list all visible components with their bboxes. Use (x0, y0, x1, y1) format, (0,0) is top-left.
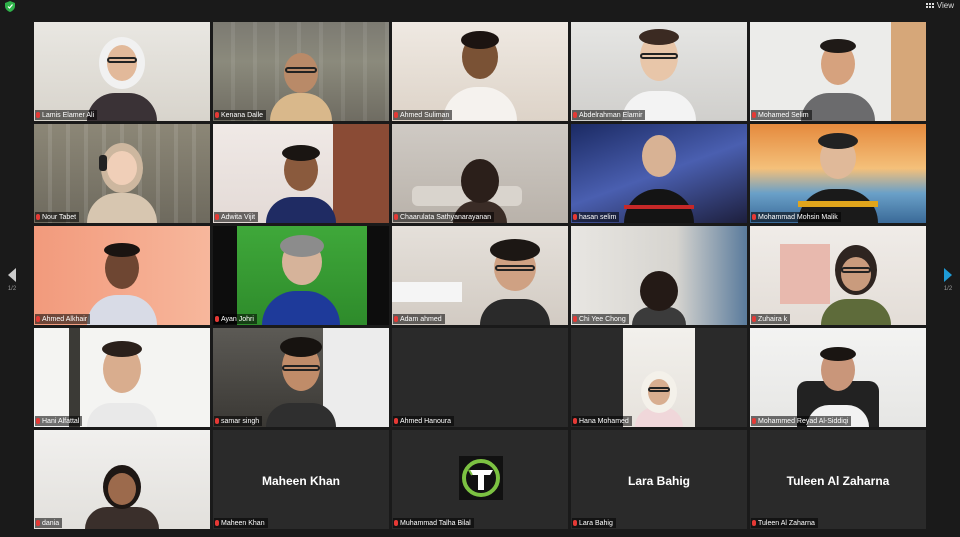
view-button[interactable]: View (925, 1, 954, 10)
participant-name-tag: Maheen Khan (214, 518, 268, 528)
participant-name-tag: Hana Mohamed (572, 416, 632, 426)
video-tile[interactable]: Hana Mohamed (571, 328, 747, 427)
mic-muted-icon (573, 112, 577, 118)
view-label: View (936, 1, 954, 10)
video-tile[interactable]: Chaarulata Sathyanarayanan (392, 124, 568, 223)
mic-muted-icon (573, 520, 577, 526)
mic-muted-icon (394, 112, 398, 118)
video-tile[interactable]: hasan selim (571, 124, 747, 223)
mic-muted-icon (752, 316, 756, 322)
participant-name-tag: Mohamed Selim (751, 110, 812, 120)
mic-muted-icon (573, 214, 577, 220)
participant-name-tag: dania (35, 518, 63, 528)
participant-name-tag: hasan selim (572, 212, 620, 222)
participant-name-tag: Kenana Dalle (214, 110, 267, 120)
video-tile-active-speaker[interactable]: Kenana Dalle (213, 22, 389, 121)
video-tile-camera-off[interactable]: Tuleen Al Zaharna Tuleen Al Zaharna (750, 430, 926, 529)
participant-name-tag: Chi Yee Chong (572, 314, 629, 324)
participant-name-tag: Ahmed Suliman (393, 110, 453, 120)
video-tile[interactable]: Adam ahmed (392, 226, 568, 325)
video-tile[interactable]: Nour Tabet (34, 124, 210, 223)
participant-name-tag: Tuleen Al Zaharna (751, 518, 818, 528)
mic-muted-icon (752, 214, 756, 220)
participant-display-name: Tuleen Al Zaharna (786, 474, 890, 488)
participant-name-tag: samar singh (214, 416, 263, 426)
video-tile[interactable]: dania (34, 430, 210, 529)
participant-name-tag: Zuhaira k (751, 314, 791, 324)
video-tile-camera-off[interactable]: Maheen Khan Maheen Khan (213, 430, 389, 529)
participant-name-tag: Mohammad Mohsin Malik (751, 212, 841, 222)
mic-muted-icon (36, 316, 40, 322)
video-tile[interactable]: Ahmed Alkhair (34, 226, 210, 325)
mic-muted-icon (215, 112, 219, 118)
participant-name-tag: Ayan Johri (214, 314, 257, 324)
grid-view-icon (925, 3, 934, 8)
mic-muted-icon (215, 418, 219, 424)
participant-name-tag: Nour Tabet (35, 212, 80, 222)
mic-muted-icon (36, 112, 40, 118)
participant-name-tag: Abdelrahman Elamir (572, 110, 646, 120)
participant-display-name: Lara Bahig (627, 474, 690, 488)
page-indicator-right: 1/2 (943, 286, 953, 292)
video-tile[interactable]: Mohammed Reyad Al-Siddiqi (750, 328, 926, 427)
video-tile[interactable]: Ahmed Suliman (392, 22, 568, 121)
video-tile[interactable]: samar singh (213, 328, 389, 427)
participant-name-tag: Mohammed Reyad Al-Siddiqi (751, 416, 852, 426)
mic-muted-icon (573, 316, 577, 322)
logo-t-icon (462, 459, 500, 497)
participant-display-name: Maheen Khan (261, 474, 340, 488)
participant-name-tag: Muhammad Talha Bilal (393, 518, 474, 528)
participant-name-tag: Hani Alfattal (35, 416, 83, 426)
mic-muted-icon (394, 214, 398, 220)
mic-muted-icon (394, 418, 398, 424)
arrow-left-icon (8, 268, 16, 282)
profile-logo (459, 456, 503, 500)
video-tile-camera-off[interactable]: Lara Bahig Lara Bahig (571, 430, 747, 529)
mic-muted-icon (752, 418, 756, 424)
mic-muted-icon (215, 316, 219, 322)
mic-muted-icon (394, 316, 398, 322)
mic-muted-icon (752, 112, 756, 118)
mic-muted-icon (36, 520, 40, 526)
participant-name-tag: Lara Bahig (572, 518, 616, 528)
mic-muted-icon (36, 214, 40, 220)
video-tile[interactable]: Lamis Elamer Ali (34, 22, 210, 121)
page-indicator-left: 1/2 (7, 286, 17, 292)
next-page-button[interactable]: 1/2 (941, 268, 955, 292)
participant-name-tag: Lamis Elamer Ali (35, 110, 98, 120)
prev-page-button[interactable]: 1/2 (5, 268, 19, 292)
participant-name-tag: Chaarulata Sathyanarayanan (393, 212, 495, 222)
video-tile[interactable]: Adwita Vijit (213, 124, 389, 223)
mic-muted-icon (215, 214, 219, 220)
mic-muted-icon (573, 418, 577, 424)
arrow-right-icon (944, 268, 952, 282)
video-tile[interactable]: Zuhaira k (750, 226, 926, 325)
video-tile-profile-picture[interactable]: Muhammad Talha Bilal (392, 430, 568, 529)
mic-muted-icon (215, 520, 219, 526)
participant-name-tag: Ahmed Alkhair (35, 314, 91, 324)
video-tile[interactable]: Hani Alfattal (34, 328, 210, 427)
video-tile[interactable]: Abdelrahman Elamir (571, 22, 747, 121)
participant-name-tag: Ahmed Hanoura (393, 416, 454, 426)
video-tile[interactable]: Chi Yee Chong (571, 226, 747, 325)
shield-icon (5, 1, 15, 12)
video-gallery: Lamis Elamer Ali Kenana Dalle Ahmed Suli… (34, 22, 927, 529)
participant-name-tag: Adwita Vijit (214, 212, 259, 222)
video-tile-camera-off[interactable]: Ahmed Hanoura (392, 328, 568, 427)
participant-name-tag: Adam ahmed (393, 314, 445, 324)
mic-muted-icon (752, 520, 756, 526)
top-bar: View (0, 0, 960, 14)
mic-muted-icon (394, 520, 398, 526)
video-tile[interactable]: Mohamed Selim (750, 22, 926, 121)
video-tile[interactable]: Mohammad Mohsin Malik (750, 124, 926, 223)
mic-muted-icon (36, 418, 40, 424)
video-tile[interactable]: Ayan Johri (213, 226, 389, 325)
